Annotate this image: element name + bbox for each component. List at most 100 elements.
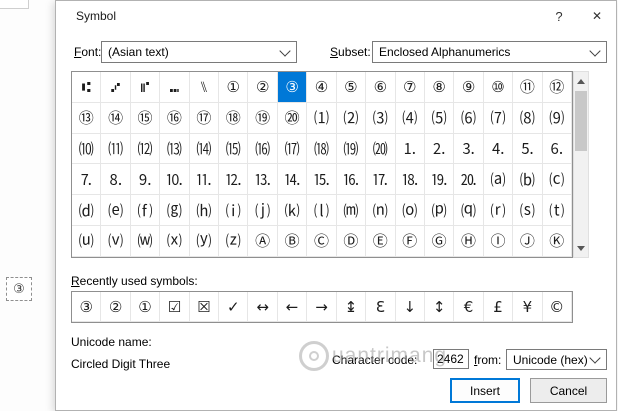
symbol-cell[interactable]: Ⓚ (543, 226, 572, 257)
symbol-cell[interactable]: Ⓙ (513, 226, 542, 257)
symbol-cell[interactable]: ⑼ (543, 103, 572, 134)
symbol-cell[interactable]: ④ (307, 72, 336, 103)
scrollbar-thumb[interactable] (575, 91, 587, 151)
symbol-cell[interactable]: ② (248, 72, 277, 103)
symbol-cell[interactable]: Ⓐ (248, 226, 277, 257)
symbol-cell[interactable]: ⒛ (454, 164, 483, 195)
font-dropdown[interactable]: (Asian text) (101, 41, 297, 63)
symbol-cell[interactable]: Ⓕ (396, 226, 425, 257)
close-icon[interactable]: ✕ (588, 7, 606, 25)
symbol-cell[interactable]: Ⓓ (337, 226, 366, 257)
scrollbar[interactable] (573, 71, 589, 258)
recent-symbol-cell[interactable]: ③ (72, 292, 101, 322)
insert-button[interactable]: Insert (450, 378, 520, 403)
symbol-cell[interactable]: ⒅ (307, 134, 336, 165)
symbol-cell[interactable]: ⒆ (337, 134, 366, 165)
symbol-cell[interactable]: ⑾ (101, 134, 130, 165)
symbol-cell[interactable]: ⒧ (307, 195, 336, 226)
symbol-cell[interactable]: ⒠ (101, 195, 130, 226)
symbol-cell[interactable]: ⒜ (484, 164, 513, 195)
symbol-cell[interactable]: ⒢ (160, 195, 189, 226)
symbol-cell[interactable]: ⒇ (366, 134, 395, 165)
symbol-cell[interactable]: ⒫ (425, 195, 454, 226)
symbol-cell[interactable]: ⑹ (454, 103, 483, 134)
symbol-cell[interactable]: ⒦ (278, 195, 307, 226)
recent-symbol-cell[interactable]: £ (484, 292, 513, 322)
symbol-cell[interactable]: ⑭ (101, 103, 130, 134)
symbol-cell[interactable]: ⑻ (513, 103, 542, 134)
recent-symbol-cell[interactable]: ✓ (219, 292, 248, 322)
symbol-cell[interactable]: ⒬ (454, 195, 483, 226)
symbol-cell[interactable]: ⑪ (513, 72, 542, 103)
symbol-cell[interactable]: ⒝ (513, 164, 542, 195)
symbol-cell[interactable]: Ⓒ (307, 226, 336, 257)
symbol-cell[interactable]: ⒯ (543, 195, 572, 226)
symbol-cell[interactable]: ③ (278, 72, 307, 103)
dialog-title-bar[interactable]: Symbol ? ✕ (56, 1, 616, 31)
symbol-cell[interactable]: ⒣ (190, 195, 219, 226)
symbol-cell[interactable]: ⒥ (248, 195, 277, 226)
cancel-button[interactable]: Cancel (530, 378, 607, 403)
symbol-cell[interactable]: ⒡ (131, 195, 160, 226)
symbol-cell[interactable]: ⒳ (160, 226, 189, 257)
symbol-cell[interactable]: ⑱ (219, 103, 248, 134)
symbol-cell[interactable]: ⒰ (72, 226, 101, 257)
symbol-cell[interactable]: ⑶ (366, 103, 395, 134)
symbol-cell[interactable]: ⒓ (219, 164, 248, 195)
inserted-symbol-box[interactable]: ③ (6, 277, 32, 301)
symbol-cell[interactable]: ⑯ (160, 103, 189, 134)
symbol-cell[interactable]: ⒑ (160, 164, 189, 195)
symbol-cell[interactable]: ⒀ (160, 134, 189, 165)
recent-symbol-cell[interactable]: ↓ (396, 292, 425, 322)
scroll-up-icon[interactable] (574, 73, 588, 89)
symbol-cell[interactable]: ⒚ (425, 164, 454, 195)
symbol-cell[interactable]: ⒊ (454, 134, 483, 165)
symbol-cell[interactable]: ⑥ (366, 72, 395, 103)
recent-symbol-cell[interactable]: ↕ (425, 292, 454, 322)
symbol-cell[interactable]: Ⓘ (484, 226, 513, 257)
symbol-cell[interactable]: ⒮ (513, 195, 542, 226)
recent-symbol-cell[interactable]: ← (278, 292, 307, 322)
recent-symbol-cell[interactable]: ↔ (248, 292, 277, 322)
symbol-cell[interactable]: ⒗ (337, 164, 366, 195)
symbol-cell[interactable]: ⒋ (484, 134, 513, 165)
symbol-cell[interactable]: ⑆ (72, 72, 101, 103)
symbol-cell[interactable]: ⒔ (248, 164, 277, 195)
recent-symbol-cell[interactable]: ① (131, 292, 160, 322)
recent-symbol-cell[interactable]: ② (101, 292, 130, 322)
symbol-cell[interactable]: ⑴ (307, 103, 336, 134)
recent-symbol-cell[interactable]: Ɛ (366, 292, 395, 322)
symbol-cell[interactable]: ⑳ (278, 103, 307, 134)
symbol-cell[interactable]: ⑵ (337, 103, 366, 134)
symbol-cell[interactable]: Ⓗ (454, 226, 483, 257)
recent-symbol-cell[interactable]: ↨ (337, 292, 366, 322)
symbol-cell[interactable]: ⒟ (72, 195, 101, 226)
recent-symbol-cell[interactable]: ☑ (160, 292, 189, 322)
symbol-cell[interactable]: ⒪ (396, 195, 425, 226)
symbol-cell[interactable]: ⒞ (543, 164, 572, 195)
symbol-cell[interactable]: ⑬ (72, 103, 101, 134)
symbol-cell[interactable]: ⒃ (248, 134, 277, 165)
symbol-cell[interactable]: ⑽ (72, 134, 101, 165)
symbol-cell[interactable]: ⑲ (248, 103, 277, 134)
symbol-cell[interactable]: ⑊ (190, 72, 219, 103)
character-code-input[interactable] (433, 349, 469, 369)
symbol-cell[interactable]: ⑈ (131, 72, 160, 103)
subset-dropdown[interactable]: Enclosed Alphanumerics (372, 41, 607, 63)
symbol-cell[interactable]: ⑰ (190, 103, 219, 134)
symbol-cell[interactable]: ⒙ (396, 164, 425, 195)
recent-symbol-cell[interactable]: € (454, 292, 483, 322)
symbol-cell[interactable]: ⒕ (278, 164, 307, 195)
symbol-cell[interactable]: ⒴ (190, 226, 219, 257)
symbol-cell[interactable]: ⒱ (101, 226, 130, 257)
symbol-cell[interactable]: ⑮ (131, 103, 160, 134)
symbol-cell[interactable]: ⒐ (131, 164, 160, 195)
symbol-cell[interactable]: ⒵ (219, 226, 248, 257)
symbol-cell[interactable]: ⒎ (72, 164, 101, 195)
recent-symbol-cell[interactable]: ¥ (513, 292, 542, 322)
recent-symbol-cell[interactable]: ☒ (190, 292, 219, 322)
symbol-cell[interactable]: ⒏ (101, 164, 130, 195)
symbol-cell[interactable]: Ⓔ (366, 226, 395, 257)
symbol-cell[interactable]: ⒂ (219, 134, 248, 165)
symbol-cell[interactable]: Ⓖ (425, 226, 454, 257)
